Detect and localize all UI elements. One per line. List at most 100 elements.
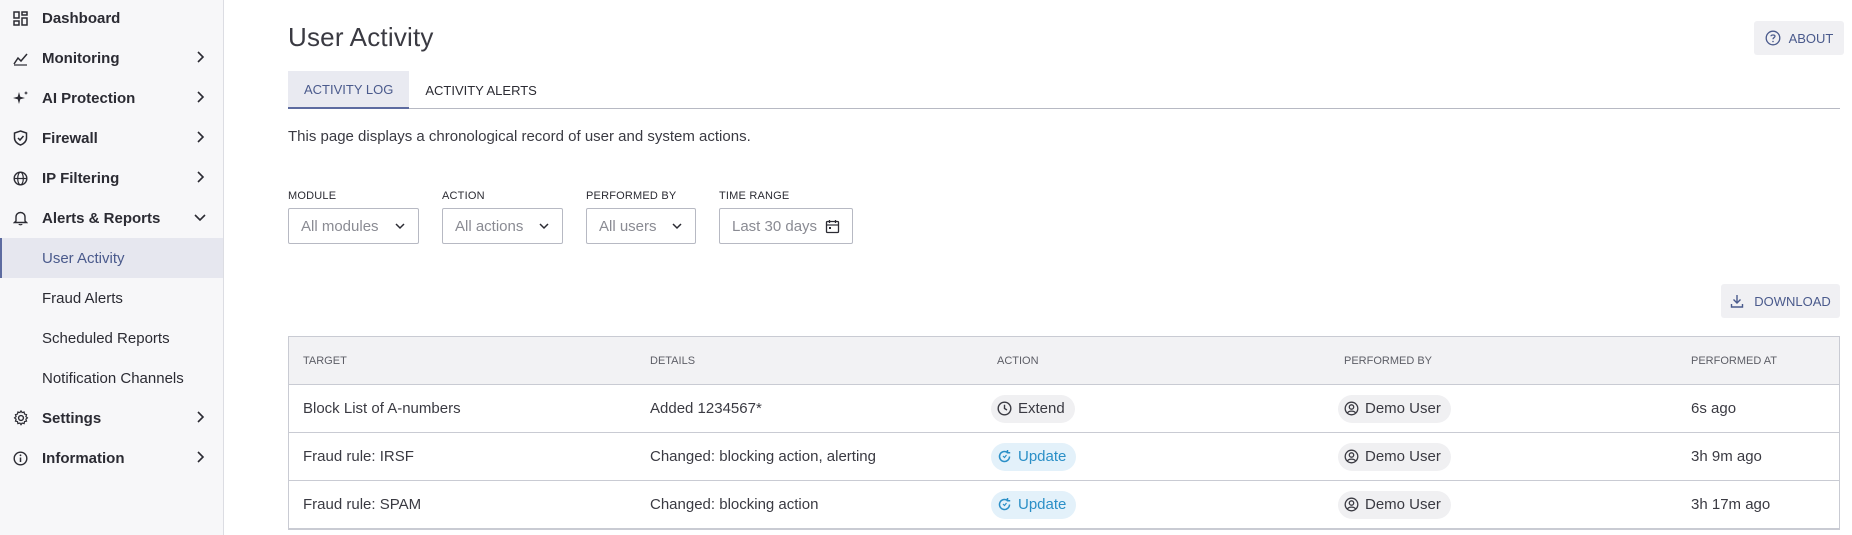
column-header-performed-by[interactable]: PERFORMED BY bbox=[1330, 337, 1677, 384]
user-circle-icon bbox=[1344, 401, 1359, 416]
column-header-performed-at[interactable]: PERFORMED AT bbox=[1677, 337, 1839, 384]
app-root: Dashboard Monitoring AI Protection Firew… bbox=[0, 0, 1852, 535]
cell-performed-at: 6s ago bbox=[1691, 400, 1737, 417]
sidebar-subitem-fraud-alerts[interactable]: Fraud Alerts bbox=[0, 278, 223, 318]
chevron-right-icon bbox=[193, 130, 207, 144]
user-chip-label: Demo User bbox=[1365, 496, 1441, 513]
sidebar-item-label: Settings bbox=[42, 409, 102, 427]
module-filter-label: MODULE bbox=[288, 190, 337, 202]
page-title: User Activity bbox=[288, 22, 434, 52]
cell-action: Update bbox=[983, 481, 1330, 528]
chart-icon bbox=[12, 50, 29, 67]
user-chip: Demo User bbox=[1338, 394, 1451, 423]
table-row[interactable]: Fraud rule: IRSF Changed: blocking actio… bbox=[289, 433, 1839, 481]
globe-icon bbox=[12, 170, 29, 187]
sidebar-item-firewall[interactable]: Firewall bbox=[0, 118, 223, 158]
cell-action: Update bbox=[983, 433, 1330, 480]
bell-icon bbox=[12, 210, 29, 227]
action-select-value: All actions bbox=[455, 217, 524, 235]
sparkles-icon bbox=[12, 90, 29, 107]
action-chip-label: Update bbox=[1018, 496, 1067, 513]
user-circle-icon bbox=[1344, 497, 1359, 512]
gear-icon bbox=[12, 410, 29, 427]
sidebar-item-label: AI Protection bbox=[42, 89, 136, 107]
time-range-value: Last 30 days bbox=[732, 217, 818, 235]
sidebar-subitem-user-activity[interactable]: User Activity bbox=[0, 238, 223, 278]
user-chip-label: Demo User bbox=[1365, 400, 1441, 417]
module-select[interactable]: All modules bbox=[288, 208, 419, 244]
chevron-right-icon bbox=[193, 170, 207, 184]
sidebar-item-monitoring[interactable]: Monitoring bbox=[0, 38, 223, 78]
action-select[interactable]: All actions bbox=[442, 208, 563, 244]
cell-performed-by: Demo User bbox=[1330, 385, 1677, 432]
tab-activity-log[interactable]: ACTIVITY LOG bbox=[288, 71, 410, 109]
cell-action: Extend bbox=[983, 385, 1330, 432]
table-row[interactable]: Fraud rule: SPAM Changed: blocking actio… bbox=[289, 481, 1839, 529]
user-chip: Demo User bbox=[1338, 490, 1451, 519]
action-chip-label: Update bbox=[1018, 448, 1067, 465]
performed-by-filter: PERFORMED BY All users bbox=[586, 190, 696, 244]
table-header: TARGET DETAILS ACTION PERFORMED BY PERFO… bbox=[289, 337, 1839, 385]
about-label: ABOUT bbox=[1788, 30, 1834, 46]
sidebar-item-alerts-reports[interactable]: Alerts & Reports bbox=[0, 198, 223, 238]
action-chip: Update bbox=[991, 442, 1077, 471]
download-button[interactable]: DOWNLOAD bbox=[1721, 284, 1840, 318]
action-filter-label: ACTION bbox=[442, 190, 485, 202]
calendar-icon[interactable] bbox=[825, 219, 840, 234]
chevron-right-icon bbox=[193, 450, 207, 464]
activity-table: TARGET DETAILS ACTION PERFORMED BY PERFO… bbox=[288, 336, 1840, 530]
module-filter: MODULE All modules bbox=[288, 190, 419, 244]
table-row[interactable]: Block List of A-numbers Added 1234567* E… bbox=[289, 385, 1839, 433]
module-select-value: All modules bbox=[301, 217, 379, 235]
time-range-filter: TIME RANGE Last 30 days bbox=[719, 190, 853, 244]
sidebar-item-dashboard[interactable]: Dashboard bbox=[0, 0, 223, 38]
action-filter: ACTION All actions bbox=[442, 190, 563, 244]
chevron-down-icon bbox=[394, 220, 406, 232]
sidebar-item-settings[interactable]: Settings bbox=[0, 398, 223, 438]
sidebar-subitem-notification-channels[interactable]: Notification Channels bbox=[0, 358, 223, 398]
clock-icon bbox=[997, 401, 1012, 416]
sidebar-item-label: Information bbox=[42, 449, 125, 467]
action-chip: Update bbox=[991, 490, 1077, 519]
sidebar-item-label: Firewall bbox=[42, 129, 98, 147]
performed-by-select-value: All users bbox=[599, 217, 657, 235]
performed-by-select[interactable]: All users bbox=[586, 208, 696, 244]
sidebar-subitem-scheduled-reports[interactable]: Scheduled Reports bbox=[0, 318, 223, 358]
chevron-right-icon bbox=[193, 90, 207, 104]
about-button[interactable]: ABOUT bbox=[1754, 21, 1844, 55]
action-chip: Extend bbox=[991, 394, 1075, 423]
sidebar-item-information[interactable]: Information bbox=[0, 438, 223, 478]
shield-icon bbox=[12, 130, 29, 147]
download-icon bbox=[1730, 294, 1744, 308]
chevron-down-icon bbox=[671, 220, 683, 232]
sidebar-item-label: Monitoring bbox=[42, 49, 120, 67]
column-header-details[interactable]: DETAILS bbox=[636, 337, 983, 384]
sidebar-item-label: Dashboard bbox=[42, 9, 121, 27]
column-header-target[interactable]: TARGET bbox=[289, 337, 636, 384]
chevron-right-icon bbox=[193, 410, 207, 424]
tab-activity-alerts[interactable]: ACTIVITY ALERTS bbox=[409, 71, 553, 109]
download-label: DOWNLOAD bbox=[1754, 293, 1831, 309]
info-icon bbox=[12, 450, 29, 467]
user-chip: Demo User bbox=[1338, 442, 1451, 471]
column-header-action[interactable]: ACTION bbox=[983, 337, 1330, 384]
chevron-down-icon bbox=[193, 210, 207, 224]
user-circle-icon bbox=[1344, 449, 1359, 464]
time-range-input[interactable]: Last 30 days bbox=[719, 208, 853, 244]
cell-details: Changed: blocking action bbox=[650, 496, 819, 513]
sidebar-item-ai-protection[interactable]: AI Protection bbox=[0, 78, 223, 118]
sidebar-item-ip-filtering[interactable]: IP Filtering bbox=[0, 158, 223, 198]
tab-bar: ACTIVITY LOG ACTIVITY ALERTS bbox=[288, 71, 1840, 109]
performed-by-filter-label: PERFORMED BY bbox=[586, 190, 677, 202]
dashboard-icon bbox=[12, 10, 29, 27]
refresh-icon bbox=[997, 497, 1012, 512]
cell-target: Fraud rule: IRSF bbox=[303, 448, 414, 465]
action-chip-label: Extend bbox=[1018, 400, 1065, 417]
time-range-filter-label: TIME RANGE bbox=[719, 190, 790, 202]
cell-performed-by: Demo User bbox=[1330, 481, 1677, 528]
sidebar: Dashboard Monitoring AI Protection Firew… bbox=[0, 0, 224, 535]
main-content: User Activity ABOUT ACTIVITY LOG ACTIVIT… bbox=[224, 0, 1852, 535]
refresh-icon bbox=[997, 449, 1012, 464]
chevron-right-icon bbox=[193, 50, 207, 64]
cell-target: Fraud rule: SPAM bbox=[303, 496, 422, 513]
